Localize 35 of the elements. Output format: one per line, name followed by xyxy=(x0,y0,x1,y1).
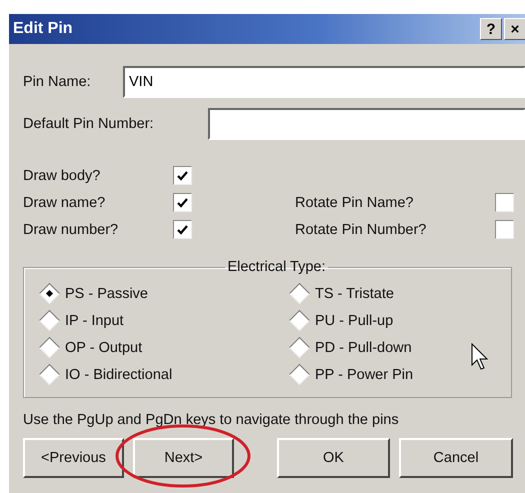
radio-option[interactable]: TS - Tristate xyxy=(292,283,511,304)
checkbox-label: Draw name? xyxy=(23,194,106,210)
mouse-cursor-icon xyxy=(471,343,489,371)
field-label: Default Pin Number: xyxy=(23,116,155,132)
checkbox-label: Rotate Pin Name? xyxy=(294,194,414,210)
radio-option[interactable]: PS - Passive xyxy=(42,283,292,304)
radio-option[interactable]: IO - Bidirectional xyxy=(42,364,292,385)
checkbox-label: Draw number? xyxy=(23,222,120,238)
text-field[interactable] xyxy=(208,108,525,140)
close-button[interactable]: × xyxy=(504,18,525,40)
radio-option[interactable]: PD - Pull-down xyxy=(292,337,511,358)
help-button[interactable]: ? xyxy=(480,18,502,40)
checkmark-icon xyxy=(177,224,188,234)
window-title: Edit Pin xyxy=(13,20,73,38)
radio-option[interactable]: IP - Input xyxy=(42,310,292,331)
checkbox[interactable] xyxy=(173,193,192,212)
checkbox-label: Draw body? xyxy=(23,168,102,184)
text-field[interactable]: VIN xyxy=(123,66,525,98)
radio-option[interactable]: PU - Pull-up xyxy=(292,310,511,331)
dialog-button[interactable]: <Previous xyxy=(23,438,124,478)
radio-option[interactable]: PP - Power Pin xyxy=(292,364,511,385)
radio-option[interactable]: OP - Output xyxy=(42,337,292,358)
hint-text: Use the PgUp and PgDn keys to navigate through the pins xyxy=(23,412,400,428)
checkbox[interactable] xyxy=(173,220,192,239)
dialog-button[interactable]: OK xyxy=(277,438,390,478)
dialog-button[interactable]: Next> xyxy=(133,438,234,478)
checkmark-icon xyxy=(177,170,188,180)
checkmark-icon xyxy=(177,198,188,208)
group-title: Electrical Type: xyxy=(226,259,327,275)
checkbox[interactable] xyxy=(495,193,514,212)
field-label: Pin Name: xyxy=(23,74,92,90)
checkbox-label: Rotate Pin Number? xyxy=(294,222,428,238)
checkbox[interactable] xyxy=(173,166,192,185)
dialog-button[interactable]: Cancel xyxy=(399,438,513,478)
checkbox[interactable] xyxy=(495,220,514,239)
